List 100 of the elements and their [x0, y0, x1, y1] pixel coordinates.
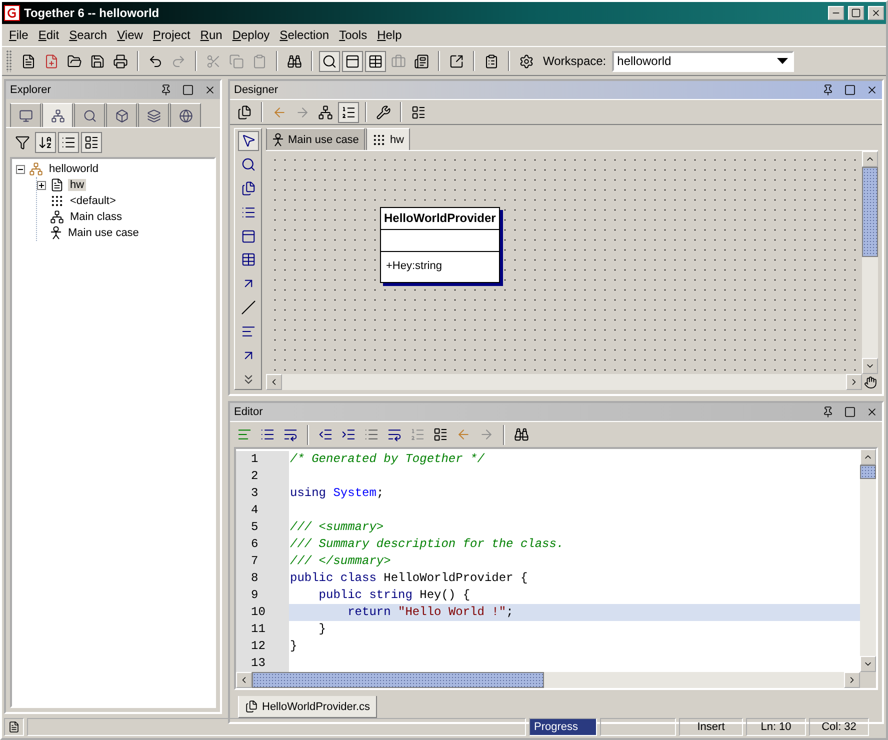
line-number: 1	[236, 451, 289, 468]
file-tab[interactable]: HelloWorldProvider.cs	[238, 696, 378, 718]
menu-item[interactable]: File	[4, 26, 34, 44]
close-button[interactable]	[868, 6, 884, 20]
line-number: 12	[236, 638, 289, 655]
maximize-button[interactable]	[848, 6, 864, 20]
panel-button[interactable]	[342, 50, 363, 72]
scroll-left-button[interactable]	[266, 374, 282, 390]
code-line: return "Hello World !";	[346, 604, 514, 621]
line-number: 13	[236, 655, 289, 672]
scroll-up-button[interactable]	[860, 449, 876, 465]
undo-icon	[148, 54, 163, 68]
close-icon	[871, 8, 881, 18]
window-title: Together 6 -- helloworld	[24, 6, 160, 20]
tab-icon	[178, 108, 192, 122]
wrap-icon	[283, 427, 298, 442]
paste-icon	[252, 54, 267, 68]
layout-icon	[84, 135, 99, 150]
horizontal-scrollbar[interactable]	[236, 672, 860, 688]
code-line: /// </summary>	[289, 553, 391, 570]
menu-item[interactable]: Edit	[33, 26, 64, 44]
scroll-left-button[interactable]	[236, 672, 252, 688]
tree-item[interactable]: hw	[68, 179, 86, 191]
window-icon	[449, 54, 464, 68]
line-number: 11	[236, 621, 289, 638]
tree-item[interactable]: helloworld	[47, 163, 101, 175]
vertical-scrollbar[interactable]	[862, 151, 878, 374]
copy-icon	[240, 181, 256, 196]
class-operation: +Hey:string	[385, 259, 443, 274]
expand-toggle[interactable]	[16, 164, 25, 174]
minimize-button[interactable]	[828, 6, 844, 20]
new-file-icon	[44, 54, 59, 68]
tab-icon	[18, 108, 32, 122]
settings-icon	[519, 54, 534, 68]
package-icon	[50, 194, 64, 208]
code-line: using System;	[289, 485, 384, 502]
pointer-button[interactable]	[238, 131, 258, 151]
save-icon	[90, 54, 105, 68]
document-icon	[414, 54, 429, 68]
pin-icon	[160, 84, 172, 96]
expand-toggle[interactable]	[37, 180, 46, 190]
table-icon	[368, 54, 383, 68]
scrollbar-thumb[interactable]	[252, 672, 544, 688]
layout-button[interactable]	[81, 132, 102, 153]
line-indicator: Ln: 10	[746, 718, 806, 736]
scroll-up-button[interactable]	[862, 151, 878, 167]
panel-title: Editor	[234, 406, 264, 418]
menu-item[interactable]: Project	[148, 26, 196, 44]
tree-item[interactable]: Main class	[68, 211, 124, 223]
line-number: 10	[236, 604, 289, 621]
menu-item[interactable]: Run	[195, 26, 228, 44]
scroll-right-button[interactable]	[846, 374, 862, 390]
list-button[interactable]	[338, 102, 359, 122]
scroll-right-button[interactable]	[844, 672, 860, 688]
status-button[interactable]	[4, 718, 24, 736]
explorer-tab[interactable]	[42, 103, 73, 127]
list-icon	[260, 427, 275, 442]
list-icon	[341, 104, 356, 120]
sort-button[interactable]	[35, 132, 56, 153]
tree-item[interactable]: Main use case	[66, 227, 141, 239]
code-line: }	[289, 638, 298, 655]
scroll-down-button[interactable]	[862, 358, 878, 374]
pages-icon	[237, 104, 252, 120]
menu-item[interactable]: Help	[372, 26, 407, 44]
line-number: 3	[236, 485, 289, 502]
line-number: 5	[236, 519, 289, 536]
menu-item[interactable]: Tools	[334, 26, 372, 44]
explorer-tab[interactable]	[138, 103, 169, 127]
panel-icon	[345, 54, 360, 68]
explorer-tab[interactable]	[74, 103, 105, 127]
explorer-tab[interactable]	[106, 103, 137, 127]
forward-icon	[295, 104, 310, 120]
explorer-tab[interactable]	[170, 103, 201, 127]
horizontal-scrollbar[interactable]	[266, 374, 862, 390]
scrollbar-thumb[interactable]	[862, 167, 878, 257]
back-icon	[456, 427, 471, 442]
vertical-scrollbar[interactable]	[860, 449, 876, 672]
document-icon	[8, 721, 20, 733]
tab-icon	[50, 108, 64, 122]
list-icon	[240, 204, 256, 220]
menu-item[interactable]: View	[112, 26, 148, 44]
diagram-tab[interactable]: hw	[366, 128, 410, 150]
close-icon	[204, 84, 216, 96]
class-box[interactable]: HelloWorldProvider +Hey:string	[380, 207, 500, 283]
menu-item[interactable]: Search	[64, 26, 112, 44]
search-button[interactable]	[319, 50, 340, 72]
scrollbar-thumb[interactable]	[860, 465, 876, 479]
explorer-tab[interactable]	[10, 103, 41, 127]
diagram-tab[interactable]: Main use case	[266, 128, 365, 150]
scroll-down-button[interactable]	[860, 656, 876, 672]
app-logo-icon	[4, 5, 20, 21]
list-icon	[410, 427, 425, 442]
tree-item[interactable]: <default>	[68, 195, 118, 207]
list-button[interactable]	[58, 132, 79, 153]
workspace-dropdown[interactable]: helloworld	[612, 50, 794, 72]
menu-item[interactable]: Deploy	[227, 26, 275, 44]
table-button[interactable]	[365, 50, 386, 72]
new-file-icon	[21, 54, 36, 68]
menu-item[interactable]: Selection	[274, 26, 334, 44]
outdent-icon	[318, 427, 333, 442]
